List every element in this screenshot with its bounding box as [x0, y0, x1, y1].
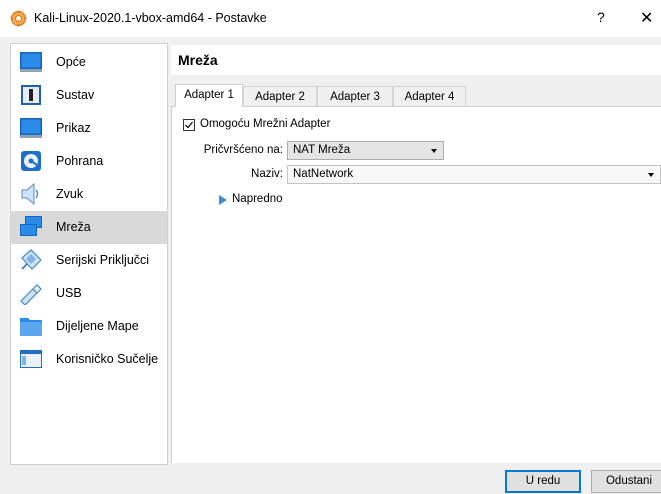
display-monitor-icon — [20, 118, 42, 138]
system-board-icon — [21, 85, 41, 105]
shared-folder-icon — [20, 318, 42, 336]
checkmark-icon — [185, 121, 193, 129]
network-name-value: NatNetwork — [293, 168, 354, 180]
expand-arrow-icon — [219, 195, 227, 205]
adapter-tabs: Adapter 1 Adapter 2 Adapter 3 Adapter 4 — [171, 84, 661, 107]
sidebar-item-label: Zvuk — [56, 187, 84, 201]
sidebar-item-usb[interactable]: USB — [11, 277, 167, 310]
window-title: Kali-Linux-2020.1-vbox-amd64 - Postavke — [34, 11, 267, 25]
sidebar-item-network[interactable]: Mreža — [11, 211, 167, 244]
sidebar-item-shared-folders[interactable]: Dijeljene Mape — [11, 310, 167, 343]
sidebar-item-storage[interactable]: Pohrana — [11, 145, 167, 178]
name-label: Naziv: — [251, 168, 283, 180]
enable-adapter-label: Omogoću Mrežni Adapter — [200, 118, 331, 130]
title-bar: Kali-Linux-2020.1-vbox-amd64 - Postavke … — [0, 0, 661, 37]
storage-disk-icon — [21, 151, 41, 171]
tab-adapter-1[interactable]: Adapter 1 — [175, 84, 243, 107]
tab-adapter-4[interactable]: Adapter 4 — [393, 86, 466, 106]
advanced-label: Napredno — [232, 193, 283, 205]
virtualbox-settings-icon — [10, 10, 27, 27]
sidebar-item-label: Pohrana — [56, 154, 104, 168]
enable-adapter-checkbox[interactable] — [183, 119, 195, 131]
tab-adapter-2[interactable]: Adapter 2 — [243, 86, 317, 106]
settings-sidebar: Opće Sustav Prikaz Pohrana Zvuk Mreža Se… — [10, 43, 168, 465]
sidebar-item-label: USB — [56, 286, 82, 300]
sidebar-item-general[interactable]: Opće — [11, 46, 167, 79]
sidebar-item-label: Korisničko Sučelje — [56, 352, 159, 366]
page-header: Mreža — [171, 45, 661, 76]
sidebar-item-label: Serijski Priključci — [56, 253, 150, 267]
chevron-down-icon — [648, 173, 654, 177]
page-title: Mreža — [178, 52, 218, 68]
chevron-down-icon — [431, 149, 437, 153]
sidebar-item-label: Dijeljene Mape — [56, 319, 139, 333]
ok-button[interactable]: U redu — [505, 470, 581, 493]
sidebar-item-serial-ports[interactable]: Serijski Priključci — [11, 244, 167, 277]
serial-port-icon — [21, 249, 42, 270]
attached-to-label: Pričvršćeno na: — [203, 144, 283, 156]
sidebar-item-audio[interactable]: Zvuk — [11, 178, 167, 211]
sidebar-item-user-interface[interactable]: Korisničko Sučelje — [11, 343, 167, 376]
usb-icon — [20, 284, 42, 305]
sidebar-item-label: Mreža — [56, 220, 91, 234]
network-name-select[interactable]: NatNetwork — [287, 165, 661, 184]
general-monitor-icon — [20, 52, 42, 72]
sidebar-item-label: Sustav — [56, 88, 95, 102]
help-button[interactable]: ? — [597, 9, 605, 25]
speaker-icon — [21, 182, 39, 206]
sidebar-item-label: Prikaz — [56, 121, 91, 135]
attached-to-select[interactable]: NAT Mreža — [287, 141, 444, 160]
close-button[interactable]: ✕ — [640, 8, 653, 28]
sidebar-item-system[interactable]: Sustav — [11, 79, 167, 112]
network-settings-panel: Adapter 1 Adapter 2 Adapter 3 Adapter 4 … — [171, 75, 661, 463]
attached-to-value: NAT Mreža — [293, 144, 351, 156]
sidebar-item-label: Opće — [56, 55, 86, 69]
sidebar-item-display[interactable]: Prikaz — [11, 112, 167, 145]
cancel-button[interactable]: Odustani — [591, 470, 661, 493]
adapter-1-pane: Omogoću Mrežni Adapter Pričvršćeno na: N… — [171, 106, 661, 463]
tab-adapter-3[interactable]: Adapter 3 — [317, 86, 393, 106]
user-interface-icon — [20, 350, 42, 368]
network-icon — [20, 216, 42, 236]
